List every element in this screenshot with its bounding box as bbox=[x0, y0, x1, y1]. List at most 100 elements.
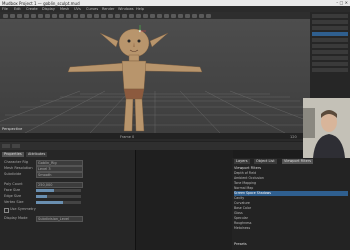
tab-layers[interactable]: Layers bbox=[234, 159, 250, 164]
properties-panel: Properties Attributes Character Rig Gobl… bbox=[0, 150, 135, 250]
symmetry-label: Use Symmetry bbox=[10, 207, 36, 211]
tool-fill-button[interactable] bbox=[108, 13, 113, 18]
edge-size-slider[interactable] bbox=[36, 195, 81, 198]
close-icon[interactable]: ✕ bbox=[345, 0, 348, 5]
tool-blur-button[interactable] bbox=[199, 13, 204, 18]
tool-knife-button[interactable] bbox=[115, 13, 120, 18]
tool-wax-button[interactable] bbox=[94, 13, 99, 18]
3d-viewport[interactable]: Perspective bbox=[0, 19, 310, 133]
filter-item[interactable]: Ambient Occlusion bbox=[234, 176, 348, 181]
window-title: Mudbox Project 1 — goblin_sculpt.mud bbox=[2, 0, 80, 6]
timeline-end: 120 bbox=[290, 135, 297, 139]
tool-erase-button[interactable] bbox=[157, 13, 162, 18]
filter-item[interactable]: Normal Map bbox=[234, 186, 348, 191]
tab-attributes[interactable]: Attributes bbox=[26, 152, 48, 157]
menu-edit[interactable]: Edit bbox=[14, 7, 21, 11]
maximize-icon[interactable]: □ bbox=[340, 0, 344, 5]
right-panel-row[interactable] bbox=[312, 50, 348, 54]
tool-dodge-button[interactable] bbox=[178, 13, 183, 18]
filter-item[interactable]: Depth of Field bbox=[234, 171, 348, 176]
right-panel-row[interactable] bbox=[312, 56, 348, 60]
menu-display[interactable]: Display bbox=[42, 7, 55, 11]
tool-imprint-button[interactable] bbox=[87, 13, 92, 18]
webcam-overlay bbox=[303, 98, 350, 158]
menu-uvs[interactable]: UVs bbox=[74, 7, 81, 11]
tool-repeat-button[interactable] bbox=[80, 13, 85, 18]
right-panel-row[interactable] bbox=[312, 68, 348, 72]
tool-scrape-button[interactable] bbox=[101, 13, 106, 18]
viewport-scene bbox=[0, 19, 310, 133]
filter-item[interactable]: Specular bbox=[234, 216, 348, 221]
tool-pinch-button[interactable] bbox=[52, 13, 57, 18]
vertex-size-slider[interactable] bbox=[36, 201, 81, 204]
menu-help[interactable]: Help bbox=[136, 7, 144, 11]
filter-item[interactable]: Metalness bbox=[234, 226, 348, 231]
tool-properties-panel bbox=[135, 150, 233, 250]
viewport-filters-panel: Layers Object List Viewport Filters View… bbox=[232, 158, 350, 250]
tool-sculpt-button[interactable] bbox=[164, 13, 169, 18]
tool-mask-button[interactable] bbox=[150, 13, 155, 18]
right-panel-row[interactable] bbox=[312, 26, 348, 30]
tool-smear-button[interactable] bbox=[122, 13, 127, 18]
timeline-current: Frame 0 bbox=[120, 135, 135, 139]
tool-burn-button[interactable] bbox=[185, 13, 190, 18]
filters-header: Viewport Filters bbox=[234, 166, 262, 170]
menu-mesh[interactable]: Mesh bbox=[60, 7, 69, 11]
filter-item[interactable]: Cavity bbox=[234, 196, 348, 201]
menu-curves[interactable]: Curves bbox=[86, 7, 98, 11]
field-label: Vertex Size bbox=[4, 200, 24, 204]
filter-item[interactable]: Base Color bbox=[234, 206, 348, 211]
right-panel-row[interactable] bbox=[312, 20, 348, 24]
right-panel-row[interactable] bbox=[312, 14, 348, 18]
filter-item[interactable]: Gloss bbox=[234, 211, 348, 216]
filter-item[interactable]: Curvature bbox=[234, 201, 348, 206]
tool-clone-button[interactable] bbox=[192, 13, 197, 18]
tool-paint-button[interactable] bbox=[171, 13, 176, 18]
tool-grab-button[interactable] bbox=[45, 13, 50, 18]
menu-file[interactable]: File bbox=[2, 7, 8, 11]
tool-amplify-button[interactable] bbox=[136, 13, 141, 18]
filter-item[interactable]: Roughness bbox=[234, 221, 348, 226]
right-panel-row[interactable] bbox=[312, 38, 348, 42]
field-label: Subdivide bbox=[4, 172, 22, 176]
display-mode-dropdown[interactable]: Subdivision_Level bbox=[36, 216, 83, 222]
symmetry-checkbox[interactable] bbox=[4, 208, 9, 213]
presets-footer: Presets bbox=[234, 242, 247, 246]
tab-properties[interactable]: Properties bbox=[2, 152, 24, 157]
tool-brush-button[interactable] bbox=[31, 13, 36, 18]
tab-viewport-filters[interactable]: Viewport Filters bbox=[282, 159, 314, 164]
field-label: Character Rig bbox=[4, 160, 29, 164]
window-controls: – □ ✕ bbox=[336, 0, 348, 5]
tool-sponge-button[interactable] bbox=[206, 13, 211, 18]
viewport-label: Perspective bbox=[2, 127, 23, 131]
menu-windows[interactable]: Windows bbox=[118, 7, 134, 11]
filter-item-selected[interactable]: Screen Space Shadows bbox=[234, 191, 348, 196]
filter-item[interactable]: Tone Mapping bbox=[234, 181, 348, 186]
field-label: Mesh Resolution bbox=[4, 166, 33, 170]
stop-button[interactable] bbox=[12, 144, 20, 148]
timeline[interactable]: Frame 0 120 bbox=[0, 133, 303, 142]
menu-render[interactable]: Render bbox=[102, 7, 114, 11]
subdivide-field[interactable]: Smooth bbox=[36, 172, 83, 178]
tool-select-button[interactable] bbox=[3, 13, 8, 18]
tool-bulge-button[interactable] bbox=[129, 13, 134, 18]
minimize-icon[interactable]: – bbox=[336, 0, 338, 5]
face-size-slider[interactable] bbox=[36, 189, 81, 192]
tool-spray-button[interactable] bbox=[73, 13, 78, 18]
right-panel-row[interactable] bbox=[312, 62, 348, 66]
right-panel-row[interactable] bbox=[312, 44, 348, 48]
right-panel-row-active[interactable] bbox=[312, 32, 348, 36]
tool-flatten-button[interactable] bbox=[59, 13, 64, 18]
tool-foamy-button[interactable] bbox=[66, 13, 71, 18]
poly-count-field[interactable]: 250,000 bbox=[36, 182, 83, 188]
field-label: Poly Count bbox=[4, 182, 23, 186]
tool-scale-button[interactable] bbox=[24, 13, 29, 18]
menu-create[interactable]: Create bbox=[26, 7, 38, 11]
timeline-ruler bbox=[0, 139, 303, 141]
tool-rotate-button[interactable] bbox=[17, 13, 22, 18]
play-button[interactable] bbox=[2, 144, 10, 148]
tool-move-button[interactable] bbox=[10, 13, 15, 18]
tool-freeze-button[interactable] bbox=[143, 13, 148, 18]
tab-object-list[interactable]: Object List bbox=[254, 159, 277, 164]
tool-smooth-button[interactable] bbox=[38, 13, 43, 18]
